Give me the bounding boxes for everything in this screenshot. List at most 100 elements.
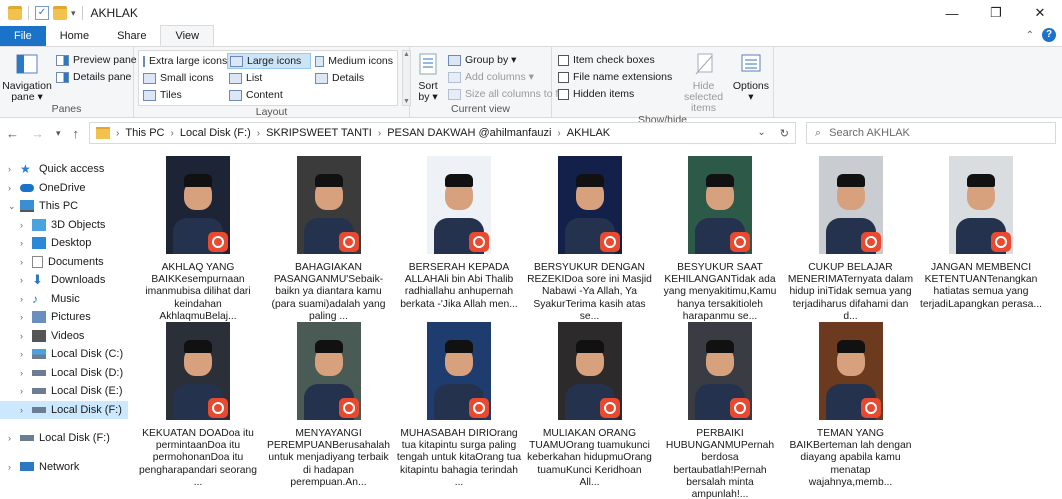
refresh-icon[interactable]: ↻ — [780, 127, 789, 140]
chevron-right-icon[interactable]: › — [20, 405, 32, 415]
address-bar[interactable]: › This PC › Local Disk (F:) › SKRIPSWEET… — [89, 122, 796, 144]
details-pane-button[interactable]: Details pane — [54, 69, 139, 85]
breadcrumb-skripsweet[interactable]: SKRIPSWEET TANTI — [266, 127, 372, 139]
sidebar-item-videos[interactable]: › Videos — [0, 327, 128, 346]
layout-content[interactable]: Content — [227, 87, 311, 103]
layout-large-icons[interactable]: Large icons — [227, 53, 311, 69]
sidebar-item-local-disk-d[interactable]: › Local Disk (D:) — [0, 364, 128, 383]
sidebar-item-onedrive[interactable]: › OneDrive — [0, 179, 128, 198]
file-name-extensions-toggle[interactable]: File name extensions — [556, 69, 674, 85]
navigation-pane-button[interactable]: Navigation pane ▾ — [2, 50, 52, 103]
maximize-button[interactable]: ❐ — [974, 0, 1018, 26]
chevron-right-icon[interactable]: › — [8, 183, 20, 193]
forward-icon[interactable]: → — [31, 126, 44, 141]
tab-home[interactable]: Home — [46, 26, 103, 46]
search-box[interactable]: ⌕ Search AKHLAK — [806, 122, 1056, 144]
sort-by-button[interactable]: Sort by ▾ — [414, 50, 442, 103]
chevron-right-icon[interactable]: › — [378, 128, 381, 139]
sidebar-item-music[interactable]: › ♪ Music — [0, 290, 128, 309]
sidebar-item-local-disk-f[interactable]: › Local Disk (F:) — [0, 400, 128, 419]
chevron-down-icon[interactable]: ⌄ — [8, 201, 20, 212]
file-item[interactable]: BESYUKUR SAAT KEHILANGANTidak ada yang m… — [656, 156, 784, 323]
collapse-ribbon-icon[interactable]: ⌃ — [1026, 30, 1034, 41]
layout-list[interactable]: List — [227, 70, 311, 86]
chevron-right-icon[interactable]: › — [20, 257, 32, 267]
file-item[interactable]: MUHASABAH DIRIOrang tua kitapintu surga … — [395, 322, 523, 489]
chevron-right-icon[interactable]: › — [171, 128, 174, 139]
chevron-right-icon[interactable]: › — [8, 462, 20, 472]
tab-share[interactable]: Share — [103, 26, 160, 46]
sidebar-item-this-pc[interactable]: ⌄ This PC — [0, 197, 128, 216]
checkbox[interactable] — [558, 88, 569, 100]
file-item[interactable]: CUKUP BELAJAR MENERIMATernyata dalam hid… — [787, 156, 915, 323]
file-item[interactable]: BERSERAH KEPADA ALLAHAli bin Abi Thalib … — [395, 156, 523, 311]
tab-file[interactable]: File — [0, 26, 46, 46]
chevron-right-icon[interactable]: › — [20, 294, 32, 304]
file-item[interactable]: KEKUATAN DOADoa itu permintaanDoa itu pe… — [134, 322, 262, 489]
minimize-button[interactable]: — — [930, 0, 974, 26]
breadcrumb-akhlak[interactable]: AKHLAK — [567, 127, 610, 139]
chevron-right-icon[interactable]: › — [20, 349, 32, 359]
file-item[interactable]: TEMAN YANG BAIKBerteman lah dengan diaya… — [787, 322, 915, 489]
chevron-right-icon[interactable]: › — [116, 128, 119, 139]
item-check-boxes-toggle[interactable]: Item check boxes — [556, 52, 674, 68]
file-item[interactable]: MENYAYANGI PEREMPUANBerusahalah untuk me… — [265, 322, 393, 489]
hide-selected-items-button[interactable]: Hide selected items — [678, 50, 729, 114]
file-item[interactable]: PERBAIKI HUBUNGANMUPernah berdosa bertau… — [656, 322, 784, 499]
file-item[interactable]: JANGAN MEMBENCI KETENTUANTenangkan hatia… — [917, 156, 1045, 311]
back-icon[interactable]: ← — [6, 126, 19, 141]
sidebar-item-documents[interactable]: › Documents — [0, 253, 128, 272]
scroll-down-icon[interactable]: ▼ — [403, 98, 410, 105]
size-all-columns-button[interactable]: Size all columns to fit — [446, 86, 566, 102]
sidebar-item-local-disk-c[interactable]: › Local Disk (C:) — [0, 345, 128, 364]
breadcrumb-local-disk-f[interactable]: Local Disk (F:) — [180, 127, 251, 139]
checkbox[interactable] — [558, 54, 569, 66]
recent-locations-icon[interactable]: ▾ — [56, 128, 61, 139]
sidebar-item-pictures[interactable]: › Pictures — [0, 308, 128, 327]
chevron-right-icon[interactable]: › — [557, 128, 560, 139]
sidebar-item-local-disk-e[interactable]: › Local Disk (E:) — [0, 382, 128, 401]
up-icon[interactable]: ↑ — [73, 126, 80, 141]
hidden-items-toggle[interactable]: Hidden items — [556, 86, 674, 102]
file-item[interactable]: BAHAGIAKAN PASANGANMU'Sebaik-baikn ya di… — [265, 156, 393, 323]
sidebar-item-network[interactable]: › Network — [0, 458, 128, 477]
chevron-right-icon[interactable]: › — [20, 368, 32, 378]
layout-details[interactable]: Details — [313, 70, 395, 86]
chevron-right-icon[interactable]: › — [8, 433, 20, 443]
scroll-up-icon[interactable]: ▲ — [403, 51, 410, 58]
layout-extra-large-icons[interactable]: Extra large icons — [141, 53, 227, 69]
preview-pane-button[interactable]: Preview pane — [54, 52, 139, 68]
sidebar-item-quick-access[interactable]: › ★ Quick access — [0, 160, 128, 179]
sidebar-item-downloads[interactable]: › ⬇ Downloads — [0, 271, 128, 290]
layout-tiles[interactable]: Tiles — [141, 87, 225, 103]
sidebar-item-3d-objects[interactable]: › 3D Objects — [0, 216, 128, 235]
chevron-right-icon[interactable]: › — [257, 128, 260, 139]
new-folder-icon[interactable] — [53, 6, 67, 20]
chevron-right-icon[interactable]: › — [8, 164, 20, 174]
breadcrumb-this-pc[interactable]: This PC — [125, 127, 164, 139]
close-button[interactable]: ✕ — [1018, 0, 1062, 26]
chevron-right-icon[interactable]: › — [20, 220, 32, 230]
layout-medium-icons[interactable]: Medium icons — [313, 53, 395, 69]
file-item[interactable]: AKHLAQ YANG BAIKKesempurnaan imanmubisa … — [134, 156, 262, 323]
properties-icon[interactable]: ✓ — [35, 6, 49, 20]
sidebar-item-desktop[interactable]: › Desktop — [0, 234, 128, 253]
chevron-right-icon[interactable]: › — [20, 275, 32, 285]
chevron-right-icon[interactable]: › — [20, 386, 32, 396]
search-input[interactable]: Search AKHLAK — [829, 127, 910, 139]
group-by-button[interactable]: Group by ▾ — [446, 52, 566, 68]
chevron-right-icon[interactable]: › — [20, 312, 32, 322]
options-button[interactable]: Options ▾ — [733, 50, 769, 114]
chevron-right-icon[interactable]: › — [20, 331, 32, 341]
sidebar-item-local-disk-f-root[interactable]: › Local Disk (F:) — [0, 429, 128, 448]
file-item[interactable]: BERSYUKUR DENGAN REZEKIDoa sore ini Masj… — [526, 156, 654, 323]
help-icon[interactable]: ? — [1042, 28, 1056, 42]
add-columns-button[interactable]: Add columns ▾ — [446, 69, 566, 85]
customize-toolbar-icon[interactable]: ▾ — [71, 8, 76, 19]
chevron-down-icon[interactable]: ⌄ — [757, 127, 765, 140]
layout-small-icons[interactable]: Small icons — [141, 70, 225, 86]
checkbox[interactable] — [558, 71, 569, 83]
breadcrumb-pesan-dakwah[interactable]: PESAN DAKWAH @ahilmanfauzi — [387, 127, 551, 139]
chevron-right-icon[interactable]: › — [20, 238, 32, 248]
file-item[interactable]: MULIAKAN ORANG TUAMUOrang tuamukunci keb… — [526, 322, 654, 489]
